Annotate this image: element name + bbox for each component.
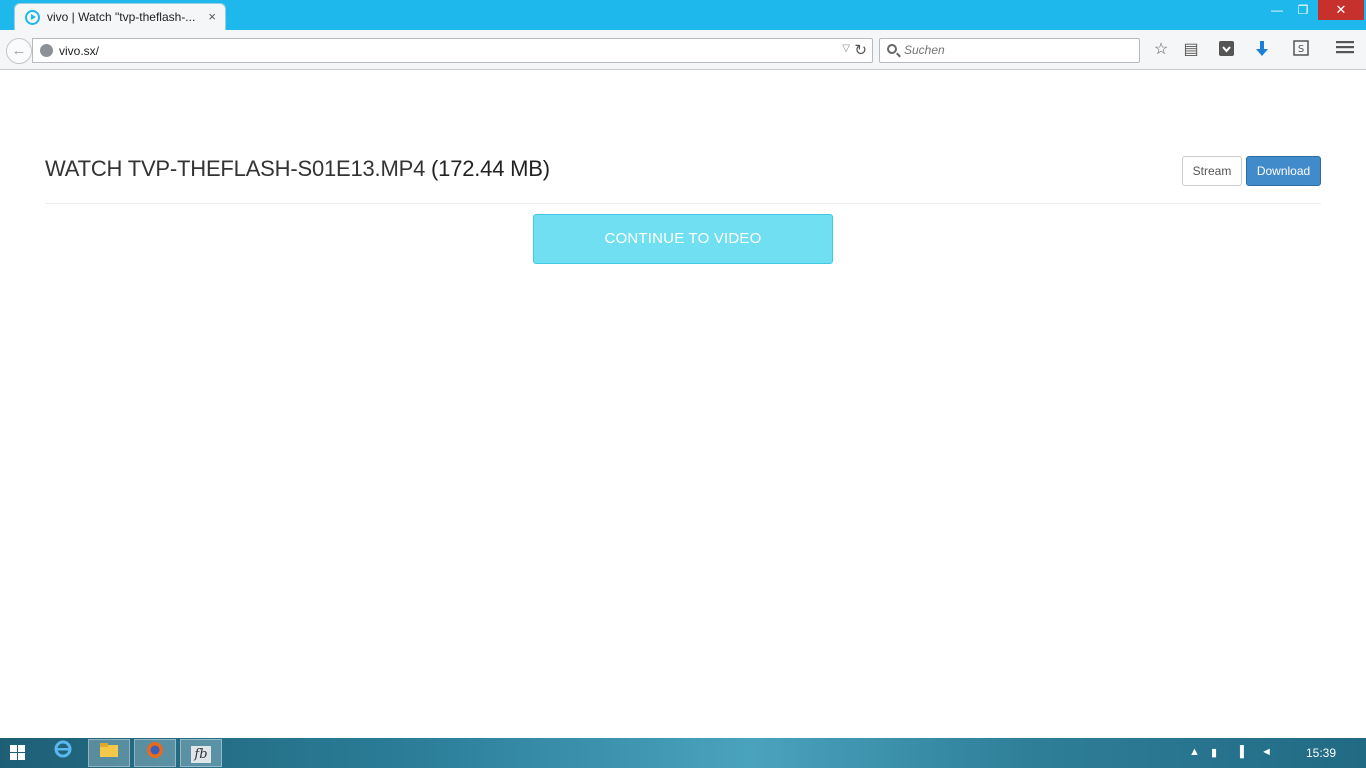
file-explorer-icon[interactable] [88,739,130,767]
search-bar[interactable] [879,38,1140,63]
back-button[interactable]: ← [6,38,32,64]
search-icon [887,44,897,54]
hamburger-menu-icon[interactable] [1335,40,1355,60]
file-size: (172.44 MB) [431,156,550,181]
window-maximize-button[interactable]: ❐ [1292,0,1314,20]
browser-titlebar: vivo | Watch "tvp-theflash-... × — ❐ ✕ [0,0,1366,31]
fb-app-icon[interactable]: fb [180,739,222,767]
volume-icon[interactable]: ◄ [1261,746,1272,758]
pocket-icon[interactable] [1216,40,1236,60]
navigation-toolbar: ← vivo.sx/ ▽ ↻ ☆ ▤ S [0,30,1366,70]
screenshot-icon[interactable]: S [1291,40,1311,60]
window-minimize-button[interactable]: — [1266,0,1288,20]
firefox-icon[interactable] [134,739,176,767]
download-arrow-icon[interactable] [1252,40,1272,60]
file-title-heading: WATCH TVP-THEFLASH-S01E13.MP4 (172.44 MB… [45,156,550,182]
window-close-button[interactable]: ✕ [1318,0,1364,20]
file-title: WATCH TVP-THEFLASH-S01E13.MP4 [45,156,426,181]
address-bar[interactable]: vivo.sx/ ▽ ↻ [32,38,873,63]
power-status-icon[interactable]: ▮ [1211,746,1217,759]
svg-text:S: S [1298,44,1304,55]
header-divider [45,203,1321,204]
search-input[interactable] [904,43,1134,57]
fb-app-label: fb [191,746,211,763]
tray-expand-icon[interactable]: ▲ [1189,746,1200,758]
windows-taskbar: fb ▲ ▮ ▐ ◄ 15:39 [0,738,1366,768]
download-button[interactable]: Download [1246,156,1321,186]
network-signal-icon[interactable]: ▐ [1236,746,1244,758]
globe-icon [40,44,53,57]
reload-icon[interactable]: ↻ [854,41,867,59]
browser-tab[interactable]: vivo | Watch "tvp-theflash-... × [14,3,226,31]
internet-explorer-icon[interactable] [42,739,84,767]
windows-start-icon[interactable] [10,745,26,761]
tab-close-icon[interactable]: × [208,9,216,24]
tab-title: vivo | Watch "tvp-theflash-... [47,10,196,24]
bookmark-star-icon[interactable]: ☆ [1151,40,1171,60]
taskbar-clock[interactable]: 15:39 [1306,746,1336,760]
url-text[interactable]: vivo.sx/ [59,44,99,58]
vivo-play-icon [25,10,40,25]
reading-list-icon[interactable]: ▤ [1181,40,1201,60]
stream-button[interactable]: Stream [1182,156,1242,186]
back-icon: ← [11,42,27,59]
url-history-dropdown-icon[interactable]: ▽ [842,43,850,54]
continue-to-video-button[interactable]: CONTINUE TO VIDEO [533,214,833,264]
